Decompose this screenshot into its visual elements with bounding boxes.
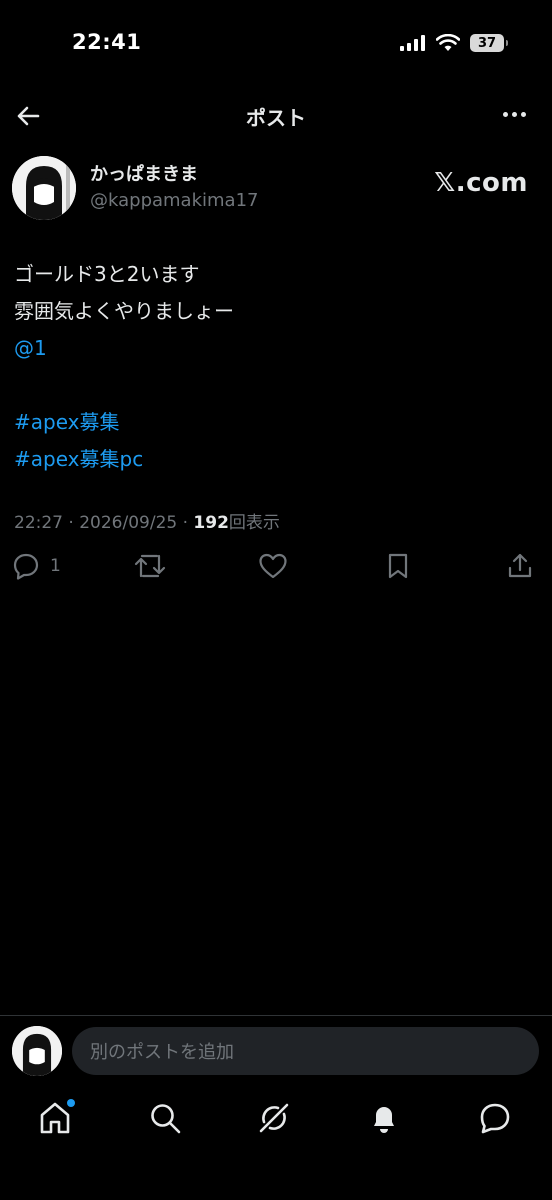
grok-icon (259, 1103, 289, 1133)
post-line: ゴールド3と2います (14, 262, 200, 286)
hashtag-link[interactable]: #apex募集pc (14, 441, 534, 478)
share-button[interactable] (506, 552, 534, 580)
search-icon (151, 1104, 181, 1134)
share-icon (508, 553, 532, 578)
more-horizontal-icon[interactable] (503, 112, 526, 117)
wifi-icon (436, 34, 460, 51)
user-handle[interactable]: @kappamakima17 (90, 190, 258, 211)
status-icons: 37 (400, 34, 508, 52)
my-avatar[interactable] (12, 1026, 62, 1076)
post-meta: 22:27 · 2026/09/25 · 192回表示 (14, 508, 280, 533)
avatar[interactable] (12, 156, 76, 220)
meta-separator: · (182, 513, 189, 533)
nav-home[interactable] (37, 1099, 75, 1136)
notification-dot (67, 1099, 75, 1107)
divider (0, 1015, 552, 1016)
xcom-watermark: 𝕏.com (434, 168, 528, 198)
nav-notifications[interactable] (366, 1100, 402, 1136)
bookmark-icon (388, 553, 408, 579)
post-line-blank (14, 367, 534, 404)
reply-input[interactable]: 別のポストを追加 (72, 1027, 539, 1075)
views-count: 192 (193, 513, 229, 533)
reply-count: 1 (50, 556, 61, 576)
nav-grok[interactable] (256, 1100, 292, 1136)
bookmark-button[interactable] (384, 552, 412, 580)
post-date[interactable]: 2026/09/25 (79, 513, 177, 533)
battery-indicator: 37 (470, 34, 508, 52)
repost-icon (134, 554, 166, 578)
views-label: 回表示 (228, 513, 280, 533)
messages-icon (480, 1103, 510, 1134)
reply-button[interactable]: 1 (12, 552, 61, 580)
display-name[interactable]: かっぱまきま (90, 160, 198, 186)
status-time: 22:41 (72, 30, 142, 54)
like-button[interactable] (258, 552, 288, 580)
hashtag-link[interactable]: #apex募集 (14, 404, 534, 441)
post-time[interactable]: 22:27 (14, 513, 63, 533)
mention-link[interactable]: @1 (14, 330, 534, 367)
meta-separator: · (68, 513, 74, 533)
post-text: ゴールド3と2います 雰囲気よくやりましょー @1 #apex募集 #apex募… (14, 256, 534, 478)
post-line: 雰囲気よくやりましょー (14, 299, 234, 323)
notifications-icon (374, 1107, 394, 1133)
cellular-signal-icon (400, 35, 425, 51)
repost-button[interactable] (134, 552, 166, 580)
heart-icon (259, 553, 287, 579)
reply-icon (13, 553, 39, 580)
nav-messages[interactable] (477, 1100, 513, 1136)
page-title: ポスト (246, 106, 306, 130)
nav-search[interactable] (147, 1100, 183, 1136)
